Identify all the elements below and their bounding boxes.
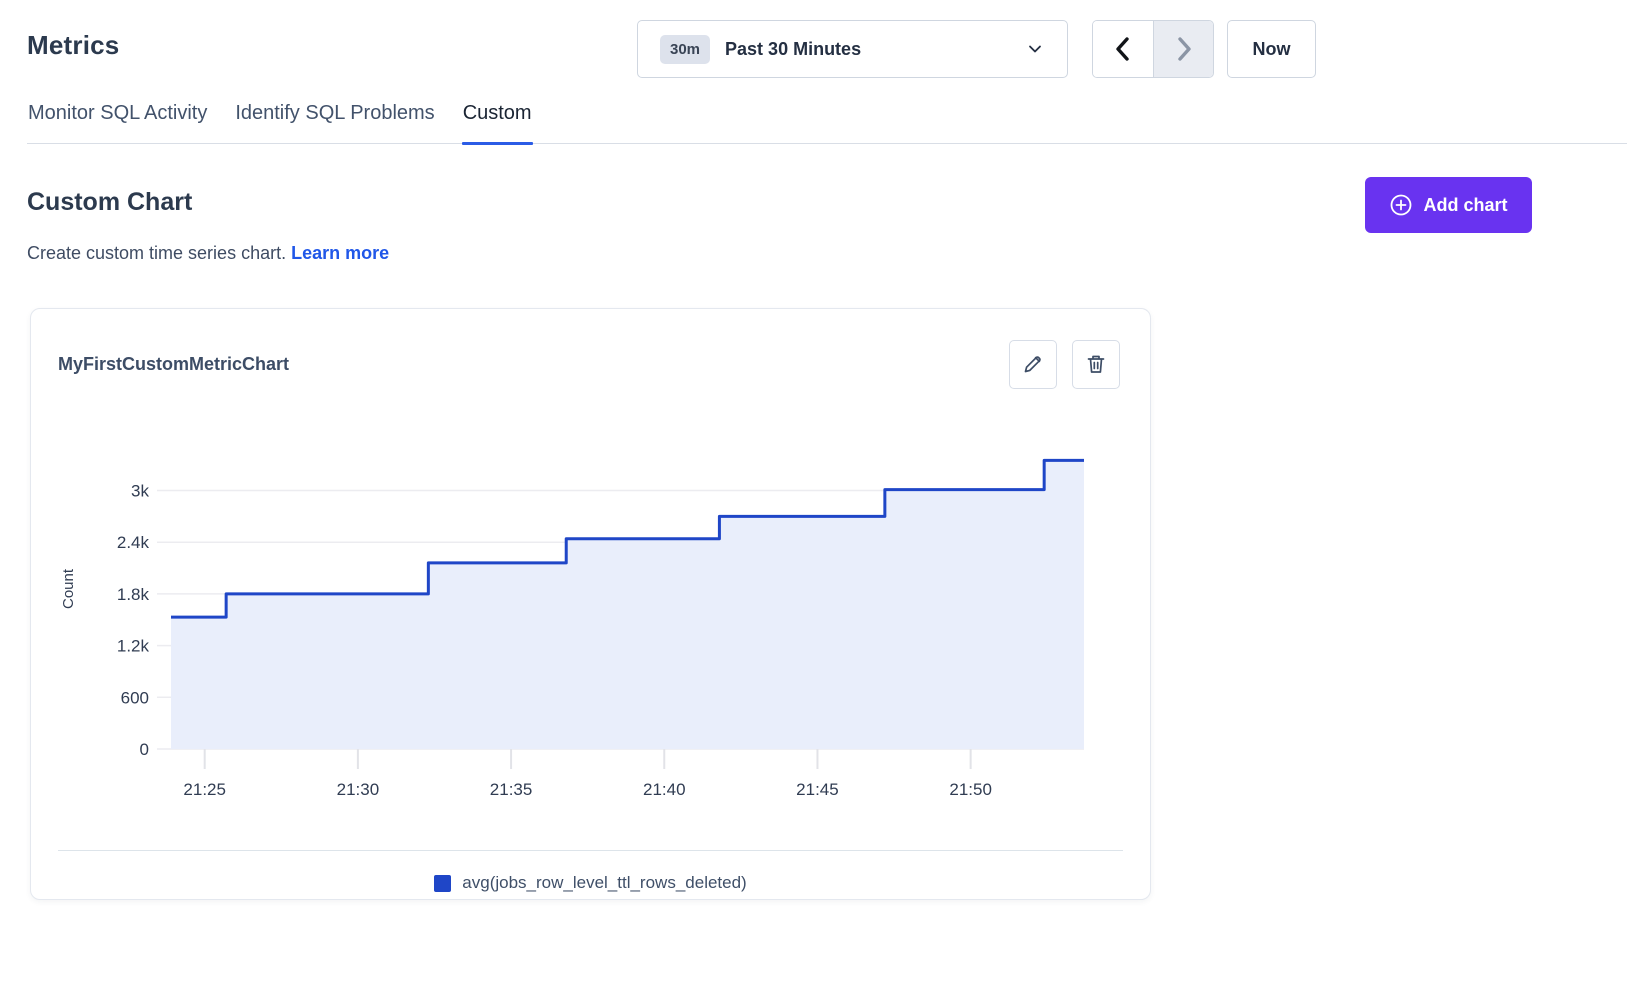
y-tick-label: 1.8k (117, 585, 150, 604)
chevron-down-icon (1027, 41, 1043, 57)
y-tick-label: 2.4k (117, 533, 150, 552)
tab-custom[interactable]: Custom (462, 100, 533, 143)
legend-label: avg(jobs_row_level_ttl_rows_deleted) (462, 873, 746, 893)
now-button[interactable]: Now (1227, 20, 1316, 78)
y-tick-label: 3k (131, 482, 149, 501)
x-tick-label: 21:40 (643, 780, 686, 799)
chart-legend[interactable]: avg(jobs_row_level_ttl_rows_deleted) (31, 873, 1150, 893)
chart-card-header: MyFirstCustomMetricChart (31, 309, 1150, 389)
add-chart-button[interactable]: Add chart (1365, 177, 1532, 233)
legend-swatch (434, 875, 451, 892)
next-range-button[interactable] (1153, 21, 1213, 77)
plus-circle-icon (1389, 193, 1413, 217)
chevron-right-icon (1173, 36, 1195, 62)
custom-chart-svg[interactable]: 0 600 1.2k 1.8k 2.4k 3k Count 21:25 21:30 21:35 21… (31, 407, 1152, 812)
x-tick-label: 21:45 (796, 780, 839, 799)
edit-chart-button[interactable] (1009, 340, 1057, 389)
card-divider (58, 850, 1123, 851)
x-tick-label: 21:30 (337, 780, 380, 799)
delete-chart-button[interactable] (1072, 340, 1120, 389)
chevron-left-icon (1112, 36, 1134, 62)
add-chart-label: Add chart (1423, 195, 1507, 216)
y-axis-title: Count (60, 568, 77, 609)
metrics-page: Metrics 30m Past 30 Minutes Now Monitor … (0, 0, 1650, 982)
section-description: Create custom time series chart. Learn m… (27, 243, 389, 264)
prev-range-button[interactable] (1093, 21, 1153, 77)
x-tick-label: 21:35 (490, 780, 533, 799)
section-heading: Custom Chart (27, 188, 192, 217)
time-range-dropdown[interactable]: 30m Past 30 Minutes (637, 20, 1068, 78)
time-range-label: Past 30 Minutes (725, 39, 1027, 60)
section-description-text: Create custom time series chart. (27, 243, 286, 263)
time-step-buttons (1092, 20, 1214, 78)
x-tick-label: 21:25 (183, 780, 226, 799)
y-tick-label: 0 (140, 740, 149, 759)
x-tick-label: 21:50 (949, 780, 992, 799)
pencil-icon (1022, 353, 1044, 375)
series-area (171, 460, 1084, 749)
metrics-tabs: Monitor SQL Activity Identify SQL Proble… (27, 100, 1627, 144)
chart-title: MyFirstCustomMetricChart (58, 354, 289, 375)
learn-more-link[interactable]: Learn more (291, 243, 389, 263)
tab-identify-sql-problems[interactable]: Identify SQL Problems (234, 100, 435, 143)
custom-chart-card: MyFirstCustomMetricChart 0 600 1.2k 1.8k 2.4… (30, 308, 1151, 900)
chart-actions (1009, 340, 1120, 389)
y-tick-label: 600 (121, 688, 149, 707)
tab-monitor-sql-activity[interactable]: Monitor SQL Activity (27, 100, 208, 143)
time-range-badge: 30m (660, 35, 710, 64)
trash-icon (1085, 353, 1107, 375)
y-tick-label: 1.2k (117, 637, 150, 656)
page-title: Metrics (27, 30, 119, 61)
